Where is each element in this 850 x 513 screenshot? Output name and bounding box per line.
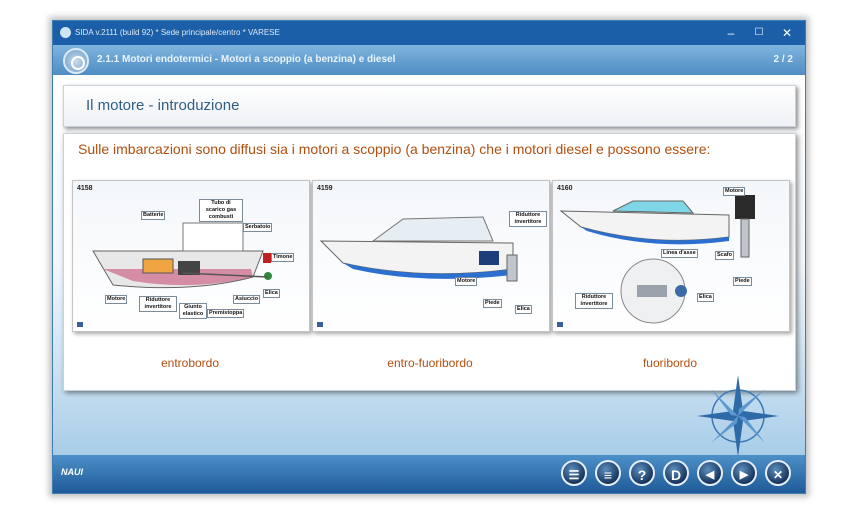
sterndrive-boat-illustration	[319, 216, 518, 282]
app-icon	[60, 27, 71, 38]
previous-icon[interactable]: ◀	[697, 460, 723, 486]
label-scafo: Scafo	[715, 251, 734, 260]
lesson-title: 2.1.1 Motori endotermici - Motori a scop…	[97, 54, 396, 65]
label-motore: Motore	[105, 295, 128, 304]
minimize-icon[interactable]: –	[717, 24, 745, 42]
title-bar: SIDA v.2111 (build 92) * Sede principale…	[53, 21, 805, 45]
label-serbatoio: Serbatoio	[243, 223, 273, 232]
label-batterie: Batterie	[141, 211, 166, 220]
label-piede: Piede	[733, 277, 752, 286]
label-piede: Piede	[483, 299, 502, 308]
label-motore: Motore	[455, 277, 478, 286]
maximize-icon[interactable]: ☐	[745, 24, 773, 42]
label-elica: Elica	[263, 289, 280, 298]
section-title: Il motore - introduzione	[86, 97, 240, 114]
logo-icon	[63, 48, 89, 74]
caption-fuoribordo: fuoribordo	[642, 356, 698, 370]
caption-entrobordo: entrobordo	[160, 356, 220, 370]
speaker-icon[interactable]	[77, 322, 83, 327]
label-timone: Timone	[271, 253, 295, 262]
label-premistoppa: Premistoppa	[207, 309, 245, 318]
d-icon[interactable]: D	[663, 460, 689, 486]
list-icon[interactable]: ≡	[595, 460, 621, 486]
label-riduttore: Riduttore invertitore	[139, 296, 177, 312]
next-icon[interactable]: ▶	[731, 460, 757, 486]
lesson-header: 2.1.1 Motori endotermici - Motori a scop…	[53, 45, 805, 75]
label-giunto: Giunto elastico	[179, 303, 207, 319]
page-counter: 2 / 2	[773, 54, 793, 65]
main-panel: Sulle imbarcazioni sono diffusi sia i mo…	[63, 133, 796, 391]
figure-entrobordo: 4158 Batterie Tubo di scarico gas combus…	[72, 180, 310, 332]
label-asiuccio: Asiuccio	[233, 295, 260, 304]
label-riduttore: Riduttore invertitore	[575, 293, 613, 309]
footer-bar: NAUI ☰ ≡ ? D ◀ ▶ ✕	[53, 455, 805, 493]
label-riduttore: Riduttore invertitore	[509, 211, 547, 227]
content-area: Il motore - introduzione Sulle imbarcazi…	[53, 75, 805, 457]
figure-entro-fuoribordo: 4159 Riduttore invertitore Motore Piede …	[312, 180, 550, 332]
label-linea: Linea d'asse	[661, 249, 698, 258]
label-motore: Motore	[723, 187, 746, 196]
speaker-icon[interactable]	[317, 322, 323, 327]
app-window: SIDA v.2111 (build 92) * Sede principale…	[52, 20, 806, 494]
close-icon[interactable]: ✕	[773, 24, 801, 42]
index-icon[interactable]: ☰	[561, 460, 587, 486]
label-tubo: Tubo di scarico gas combusti	[199, 199, 243, 222]
figure-fuoribordo: 4160 Motore Scafo Piede Linea d'asse Rid…	[552, 180, 790, 332]
compass-rose-icon	[697, 375, 779, 457]
intro-text: Sulle imbarcazioni sono diffusi sia i mo…	[78, 141, 711, 157]
footer-logo: NAUI	[61, 467, 83, 477]
caption-entro-fuoribordo: entro-fuoribordo	[387, 356, 473, 370]
label-elica: Elica	[515, 305, 532, 314]
window-title: SIDA v.2111 (build 92) * Sede principale…	[75, 28, 280, 37]
label-elica: Elica	[697, 293, 714, 302]
speaker-icon[interactable]	[557, 322, 563, 327]
section-title-box: Il motore - introduzione	[63, 85, 796, 127]
help-icon[interactable]: ?	[629, 460, 655, 486]
exit-icon[interactable]: ✕	[765, 460, 791, 486]
